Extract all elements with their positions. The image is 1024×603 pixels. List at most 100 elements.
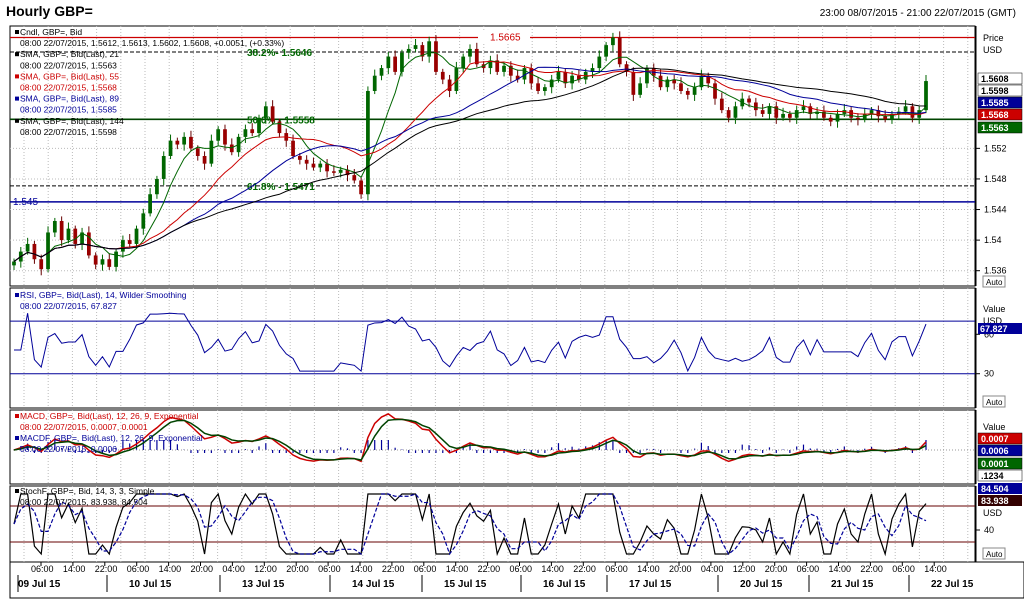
time-hour-label: 12:00 — [254, 564, 277, 574]
macd-axis-title: Value — [983, 422, 1005, 432]
price-axis-unit: USD — [983, 45, 1003, 55]
candle-body — [270, 106, 275, 122]
candle-body — [66, 228, 71, 241]
candle-body — [427, 41, 432, 57]
legend-swatch — [15, 293, 19, 297]
candle-body — [93, 255, 98, 265]
candle-body — [161, 156, 166, 179]
candle-body — [604, 45, 608, 57]
price-tag-label: 1.5568 — [981, 110, 1009, 120]
legend-swatch — [15, 436, 19, 440]
candle-body — [25, 243, 30, 252]
time-hour-label: 06:00 — [605, 564, 628, 574]
price-legend-entry: SMA, GBP=, Bid(Last), 21 — [20, 49, 119, 59]
candle-body — [12, 261, 16, 266]
rsi-legend-entry: 08:00 22/07/2015, 67.827 — [20, 301, 117, 311]
candle-body — [406, 48, 411, 53]
time-day-label: 17 Jul 15 — [629, 579, 672, 590]
price-legend-entry: SMA, GBP=, Bid(Last), 55 — [20, 71, 119, 81]
candle-body — [134, 228, 139, 244]
time-hour-label: 14:00 — [541, 564, 564, 574]
candle-body — [828, 117, 833, 122]
panel-price — [9, 25, 976, 287]
candle-body — [638, 83, 643, 95]
candle-body — [747, 98, 751, 103]
time-day-label: 10 Jul 15 — [129, 579, 172, 590]
time-hour-label: 14:00 — [350, 564, 373, 574]
candle-body — [835, 113, 840, 122]
candle-body — [413, 45, 418, 49]
price-tag-label: 1.5608 — [981, 74, 1009, 84]
candle-body — [502, 65, 506, 72]
legend-swatch — [15, 414, 19, 418]
time-hour-label: 22:00 — [573, 564, 596, 574]
candle-body — [141, 213, 146, 229]
candle-body — [366, 91, 370, 195]
price-tag-label: 1.5598 — [981, 86, 1009, 96]
price-tick-label: 1.544 — [984, 205, 1007, 215]
candle-body — [801, 106, 806, 111]
candle-body — [713, 83, 717, 99]
time-day-label: 21 Jul 15 — [831, 579, 874, 590]
price-legend-entry: SMA, GBP=, Bid(Last), 89 — [20, 94, 119, 104]
candle-body — [910, 106, 915, 118]
candle-body — [195, 148, 200, 156]
price-legend-entry: SMA, GBP=, Bid(Last), 144 — [20, 116, 124, 126]
candle-body — [631, 71, 636, 95]
panel-rsi — [9, 287, 976, 409]
legend-swatch — [15, 52, 19, 57]
candle-body — [617, 37, 622, 65]
time-day-label: 15 Jul 15 — [444, 579, 487, 590]
price-legend-entry: 08:00 22/07/2015, 1.5563 — [20, 60, 117, 70]
candle-body — [297, 156, 302, 160]
price-legend-entry: 08:00 22/07/2015, 1.5568 — [20, 83, 117, 93]
candle-body — [434, 41, 438, 72]
candle-body — [223, 129, 227, 145]
time-hour-label: 06:00 — [127, 564, 150, 574]
candle-body — [32, 243, 37, 260]
time-hour-label: 06:00 — [797, 564, 820, 574]
time-hour-label: 14:00 — [829, 564, 852, 574]
candle-body — [216, 129, 221, 141]
candle-body — [121, 240, 125, 252]
stoch-tag-label: 84.504 — [981, 484, 1009, 494]
candle-body — [182, 136, 187, 145]
rsi-legend-entry: RSI, GBP=, Bid(Last), 14, Wilder Smoothi… — [20, 290, 187, 300]
time-hour-label: 20:00 — [286, 564, 309, 574]
rsi-axis-title: Value — [983, 304, 1005, 314]
chart-canvas[interactable]: 1.552 1.548 1.544 1.54 1.536 Price USD 1.5665 38… — [0, 0, 1024, 603]
candle-body — [447, 79, 452, 91]
candle-body — [114, 251, 118, 267]
time-hour-label: 20:00 — [765, 564, 788, 574]
macd-legend-entry: 08:00 22/07/2015, 0.0006 — [20, 444, 117, 454]
time-day-label: 20 Jul 15 — [740, 579, 783, 590]
time-hour-label: 06:00 — [510, 564, 533, 574]
time-hour-label: 14:00 — [446, 564, 469, 574]
candle-body — [468, 48, 472, 57]
candle-body — [563, 71, 568, 84]
candle-body — [692, 87, 697, 95]
price-tick-label: 1.552 — [984, 143, 1007, 153]
time-hour-label: 22:00 — [382, 564, 405, 574]
candle-body — [257, 117, 261, 134]
auto-label: Auto — [986, 398, 1003, 407]
candle-body — [393, 56, 398, 72]
time-day-label: 22 Jul 15 — [931, 579, 974, 590]
candle-body — [155, 178, 159, 195]
fib-38-label: 38.2%- 1.5646 — [247, 48, 312, 59]
candle-body — [611, 37, 615, 46]
legend-swatch — [15, 96, 19, 101]
macd-tag-label: 0.0006 — [981, 446, 1009, 456]
candle-body — [304, 159, 309, 164]
candle-body — [726, 110, 731, 118]
stoch-tag-label: 83.938 — [981, 496, 1009, 506]
price-tick-label: 1.54 — [984, 235, 1002, 245]
stoch-tick-label: 40 — [984, 525, 994, 535]
time-day-label: 13 Jul 15 — [242, 579, 285, 590]
candle-body — [556, 71, 561, 80]
candle-body — [461, 56, 466, 69]
price-tag-label: 1.5563 — [981, 123, 1009, 133]
candle-body — [263, 106, 268, 118]
candle-body — [570, 75, 574, 84]
candle-body — [100, 259, 105, 265]
